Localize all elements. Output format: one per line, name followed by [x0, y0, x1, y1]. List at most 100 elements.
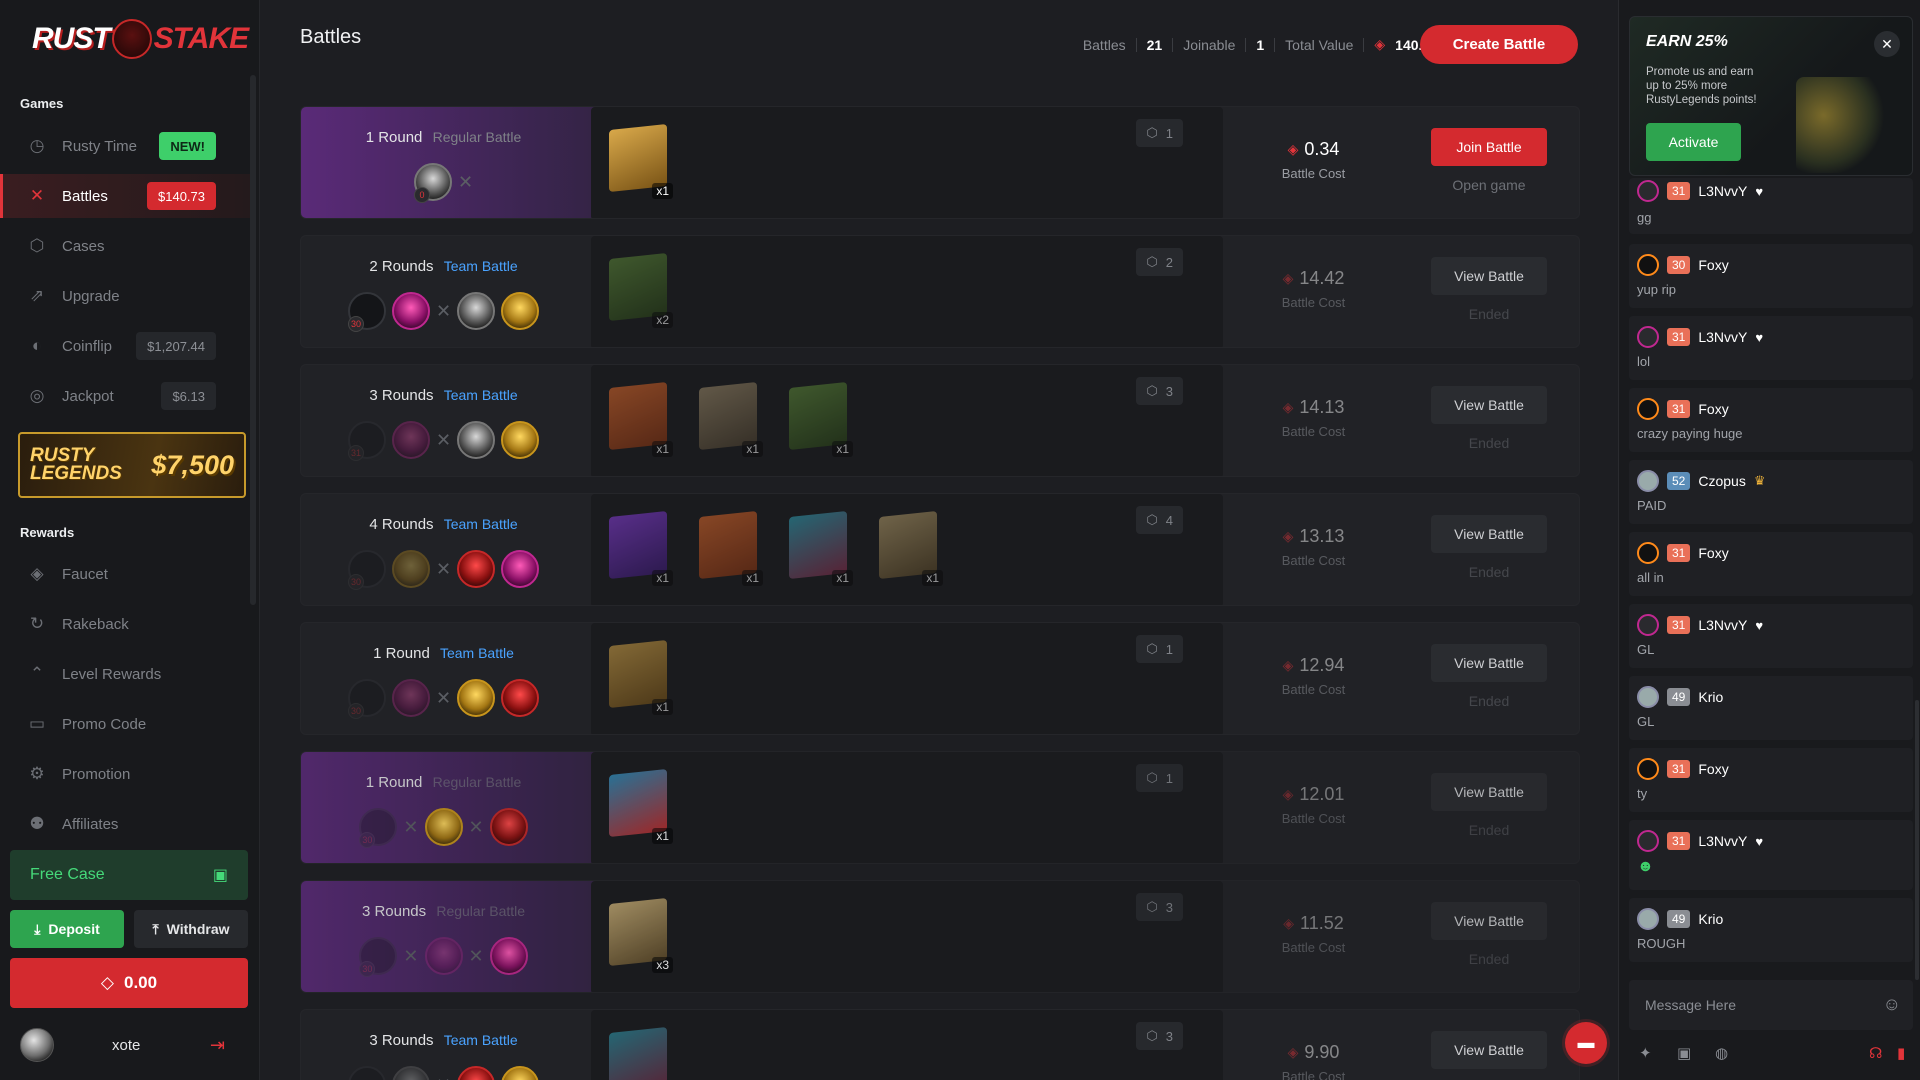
avatar[interactable] [1637, 470, 1659, 492]
battle-row[interactable]: 2 Rounds Team Battle 30 ✕ x2 ⬡ 2 ◈ 14.42 B… [300, 235, 1580, 348]
player-avatar[interactable] [501, 550, 540, 588]
view-battle-button[interactable]: View Battle [1431, 515, 1547, 553]
message-username[interactable]: L3NvvY [1698, 617, 1747, 633]
message-username[interactable]: Czopus [1698, 473, 1745, 489]
message-username[interactable]: L3NvvY [1698, 183, 1747, 199]
create-battle-button[interactable]: Create Battle [1420, 25, 1578, 64]
balance-display[interactable]: ◇ 0.00 [10, 958, 248, 1008]
sidebar-item-promotion[interactable]: ⚙ Promotion [0, 752, 250, 796]
join-battle-button[interactable]: Join Battle [1431, 128, 1547, 166]
close-icon[interactable]: ✕ [1874, 31, 1900, 57]
free-case-button[interactable]: Free Case ▣ [10, 850, 248, 900]
case-item[interactable]: x1 [691, 379, 767, 459]
sidebar-item-jackpot[interactable]: ◎ Jackpot $6.13 [0, 374, 250, 418]
battle-row[interactable]: 1 Round Regular Battle 0 ✕ x1 ⬡ 1 ◈ 0.34 B… [300, 106, 1580, 219]
sidebar-item-level-rewards[interactable]: ⌃ Level Rewards [0, 652, 250, 696]
battle-row[interactable]: 4 Rounds Team Battle 30 ✕ x1 x1 x1 x1 ⬡ 4 [300, 493, 1580, 606]
activate-button[interactable]: Activate [1646, 123, 1741, 161]
player-avatar[interactable] [489, 937, 528, 975]
player-avatar[interactable] [501, 1066, 540, 1080]
case-item[interactable] [601, 1024, 677, 1080]
message-username[interactable]: L3NvvY [1698, 833, 1747, 849]
logout-icon[interactable]: ⇥ [210, 1035, 225, 1056]
deposit-button[interactable]: ⤓ Deposit [10, 910, 124, 948]
player-avatar[interactable] [457, 550, 496, 588]
message-username[interactable]: Krio [1698, 911, 1723, 927]
player-avatar[interactable] [391, 550, 430, 588]
twitter-icon[interactable]: ✦ [1639, 1044, 1652, 1062]
view-battle-button[interactable]: View Battle [1431, 644, 1547, 682]
chat-scrollbar[interactable] [1915, 700, 1919, 980]
player-avatar[interactable] [391, 679, 430, 717]
avatar[interactable] [1637, 254, 1659, 276]
sidebar-item-coinflip[interactable]: ◐ Coinflip $1,207.44 [0, 324, 250, 368]
sidebar-item-rakeback[interactable]: ↻ Rakeback [0, 602, 250, 646]
player-avatar[interactable]: 30 [359, 808, 398, 848]
sidebar-item-rusty-time[interactable]: ◷ Rusty Time NEW! [0, 124, 250, 168]
message-username[interactable]: Foxy [1698, 257, 1728, 273]
view-battle-button[interactable]: View Battle [1431, 902, 1547, 940]
battle-row[interactable]: 1 Round Regular Battle 30 ✕ ✕ x1 ⬡ 1 ◈ 12.… [300, 751, 1580, 864]
view-battle-button[interactable]: View Battle [1431, 1031, 1547, 1069]
player-avatar[interactable] [457, 1066, 496, 1080]
player-avatar[interactable] [347, 1066, 386, 1080]
avatar[interactable] [1637, 326, 1659, 348]
battle-row[interactable]: 3 Rounds Team Battle 31 ✕ x1 x1 x1 ⬡ 3 ◈ 1… [300, 364, 1580, 477]
player-avatar[interactable] [424, 808, 463, 846]
discord-icon[interactable]: ▣ [1677, 1044, 1691, 1062]
withdraw-button[interactable]: ⤒ Withdraw [134, 910, 248, 948]
case-item[interactable]: x3 [601, 895, 677, 975]
case-item[interactable]: x2 [601, 250, 677, 330]
case-item[interactable]: x1 [601, 379, 677, 459]
player-avatar[interactable] [457, 679, 496, 717]
player-avatar[interactable] [391, 292, 430, 330]
chat-message-input[interactable] [1629, 980, 1869, 1030]
sidebar-item-promo-code[interactable]: ▭ Promo Code [0, 702, 250, 746]
player-avatar[interactable]: 30 [359, 937, 398, 977]
case-item[interactable]: x1 [601, 637, 677, 717]
case-item[interactable]: x1 [601, 508, 677, 588]
player-avatar[interactable]: 0 [413, 163, 452, 203]
case-item[interactable]: x1 [781, 379, 857, 459]
player-avatar[interactable] [501, 679, 540, 717]
sidebar-item-affiliates[interactable]: ⚉ Affiliates [0, 802, 250, 846]
player-avatar[interactable] [424, 937, 463, 975]
player-avatar[interactable]: 31 [347, 421, 386, 461]
battle-row[interactable]: 3 Rounds Team Battle ✕ ⬡3 ◈9.90 Battle C… [300, 1009, 1580, 1080]
player-avatar[interactable] [391, 421, 430, 459]
player-avatar[interactable]: 30 [347, 679, 386, 719]
avatar[interactable] [1637, 614, 1659, 636]
sidebar-scrollbar[interactable] [250, 75, 256, 605]
view-battle-button[interactable]: View Battle [1431, 773, 1547, 811]
avatar[interactable] [1637, 180, 1659, 202]
sidebar-item-upgrade[interactable]: ⇗ Upgrade [0, 274, 250, 318]
avatar[interactable] [1637, 686, 1659, 708]
player-avatar[interactable] [457, 421, 496, 459]
battle-row[interactable]: 1 Round Team Battle 30 ✕ x1 ⬡ 1 ◈ 12.94 Ba… [300, 622, 1580, 735]
case-item[interactable]: x1 [871, 508, 947, 588]
avatar[interactable] [1637, 830, 1659, 852]
message-username[interactable]: Krio [1698, 689, 1723, 705]
message-username[interactable]: Foxy [1698, 761, 1728, 777]
avatar[interactable] [20, 1028, 54, 1062]
player-avatar[interactable]: 30 [347, 292, 386, 332]
steam-icon[interactable]: ◍ [1715, 1044, 1728, 1062]
sidebar-item-battles[interactable]: ✕ Battles $140.73 [0, 174, 250, 218]
message-username[interactable]: Foxy [1698, 545, 1728, 561]
player-avatar[interactable] [391, 1066, 430, 1080]
player-avatar[interactable] [501, 421, 540, 459]
message-username[interactable]: L3NvvY [1698, 329, 1747, 345]
player-avatar[interactable] [489, 808, 528, 846]
avatar[interactable] [1637, 542, 1659, 564]
case-item[interactable]: x1 [781, 508, 857, 588]
headset-icon[interactable]: ☊ [1869, 1044, 1882, 1062]
emoji-icon[interactable]: ☺ [1883, 994, 1901, 1015]
player-avatar[interactable]: 30 [347, 550, 386, 590]
view-battle-button[interactable]: View Battle [1431, 386, 1547, 424]
message-username[interactable]: Foxy [1698, 401, 1728, 417]
player-avatar[interactable] [501, 292, 540, 330]
case-item[interactable]: x1 [601, 121, 677, 201]
avatar[interactable] [1637, 398, 1659, 420]
sidebar-item-cases[interactable]: ⬡ Cases [0, 224, 250, 268]
player-avatar[interactable] [457, 292, 496, 330]
